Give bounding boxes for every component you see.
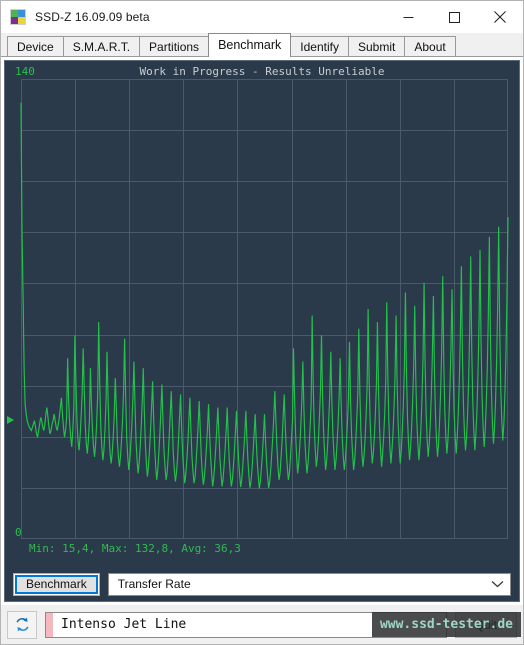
benchmark-controls: Benchmark Transfer Rate	[5, 567, 519, 601]
title-bar: SSD-Z 16.09.09 beta	[1, 1, 523, 33]
close-icon[interactable]	[477, 1, 523, 33]
ssdz-window: SSD-Z 16.09.09 beta Device S.M.A.R.T. Pa…	[0, 0, 524, 645]
chart-stats-label: Min: 15,4, Max: 132,8, Avg: 36,3	[29, 542, 241, 555]
device-status-indicator	[46, 612, 53, 637]
benchmark-panel: Work in Progress - Results Unreliable 14…	[4, 60, 520, 602]
window-controls	[385, 1, 523, 33]
benchmark-mode-select[interactable]: Transfer Rate	[107, 572, 511, 596]
maximize-icon[interactable]	[431, 1, 477, 33]
benchmark-run-button[interactable]: Benchmark	[13, 572, 100, 596]
tab-about[interactable]: About	[404, 36, 456, 57]
tab-submit[interactable]: Submit	[348, 36, 406, 57]
tab-device[interactable]: Device	[7, 36, 64, 57]
tab-content-benchmark: Work in Progress - Results Unreliable 14…	[1, 56, 523, 605]
tab-partitions[interactable]: Partitions	[139, 36, 210, 57]
window-title: SSD-Z 16.09.09 beta	[35, 10, 150, 24]
tab-strip: Device S.M.A.R.T. Partitions Benchmark I…	[1, 33, 523, 57]
chart-plot-area	[20, 79, 509, 539]
minimize-icon[interactable]	[385, 1, 431, 33]
refresh-icon[interactable]	[7, 610, 37, 639]
device-name-field[interactable]: Intenso Jet Line	[45, 611, 447, 638]
footer-bar: Intenso Jet Line Quit www.ssd-tester.de	[1, 605, 523, 644]
quit-button[interactable]: Quit	[455, 611, 517, 638]
chevron-down-icon	[491, 580, 504, 588]
tab-benchmark[interactable]: Benchmark	[208, 33, 292, 57]
transfer-rate-chart: Work in Progress - Results Unreliable 14…	[5, 61, 519, 567]
device-name-value: Intenso Jet Line	[61, 617, 187, 632]
benchmark-mode-value: Transfer Rate	[117, 577, 191, 591]
tab-identify[interactable]: Identify	[290, 36, 349, 57]
app-logo-icon	[10, 9, 26, 25]
tab-smart[interactable]: S.M.A.R.T.	[62, 36, 141, 57]
